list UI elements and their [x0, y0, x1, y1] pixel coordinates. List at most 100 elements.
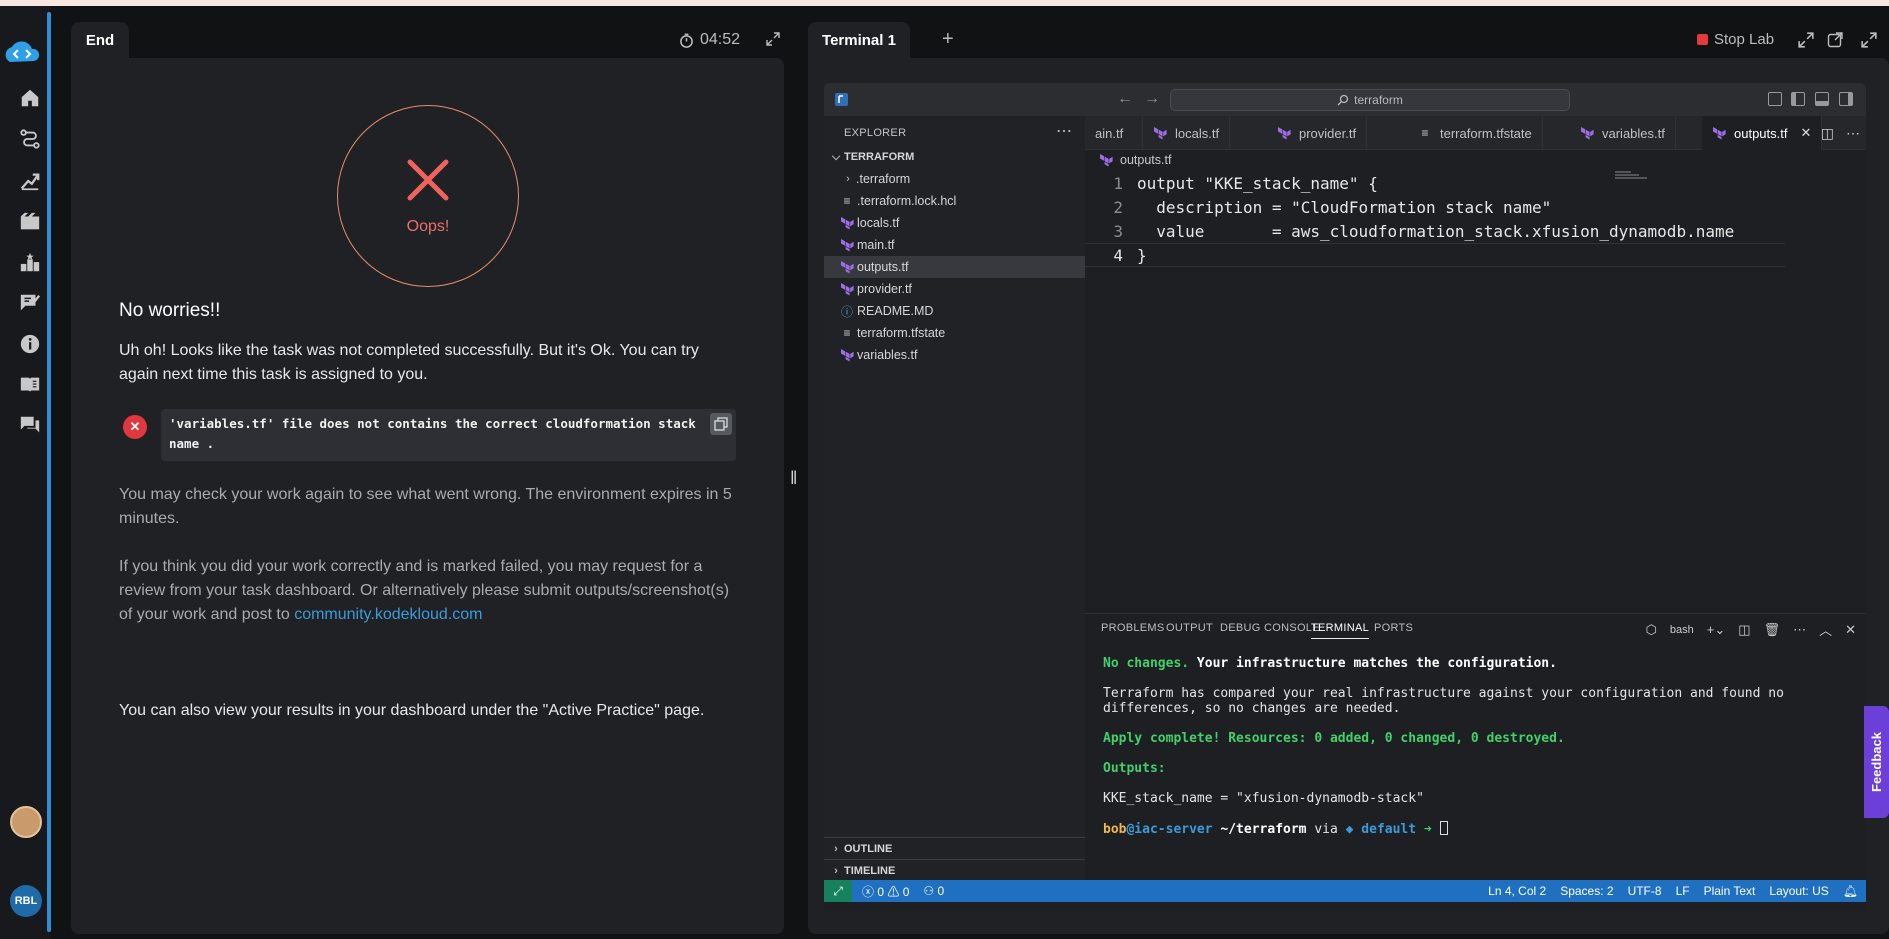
vscode-window: ← → terraform EXPLORER ⋯ ⌵ TERRAFORM › .te…: [824, 83, 1866, 911]
close-tab-icon[interactable]: ✕: [1800, 125, 1811, 141]
status-right: Ln 4, Col 2 Spaces: 2 UTF-8 LF Plain Tex…: [1488, 880, 1858, 902]
timeline-section[interactable]: › TIMELINE: [824, 859, 1085, 881]
command-search[interactable]: terraform: [1170, 89, 1570, 111]
terraform-icon: [1278, 127, 1291, 140]
trash-icon[interactable]: 🗑: [1764, 622, 1781, 638]
stop-lab-button[interactable]: Stop Lab: [1697, 31, 1774, 48]
tree-item-terraform-folder[interactable]: › .terraform: [824, 168, 1085, 190]
feedback-button[interactable]: Feedback: [1864, 706, 1889, 818]
outline-section[interactable]: › OUTLINE: [824, 837, 1085, 859]
copy-button[interactable]: [710, 413, 732, 435]
keyboard-layout[interactable]: Layout: US: [1769, 884, 1828, 898]
editor-tabs: ain.tf locals.tf provider.tf ≡ terraform.…: [1085, 116, 1866, 150]
encoding[interactable]: UTF-8: [1628, 884, 1662, 898]
toggle-secondary-sidebar-icon[interactable]: [1839, 92, 1853, 106]
kodekloud-logo-icon[interactable]: [2, 34, 42, 74]
terminal-line: KKE_stack_name = "xfusion-dynamodb-stack…: [1103, 791, 1424, 806]
close-icon[interactable]: ✕: [1845, 622, 1856, 638]
more-actions-icon[interactable]: ⋯: [1793, 622, 1806, 638]
result-heading: No worries!!: [119, 300, 221, 321]
vscode-menu-icon[interactable]: [834, 92, 849, 107]
tree-item-locals[interactable]: locals.tf: [824, 212, 1085, 234]
split-editor-icon[interactable]: ◫: [1821, 125, 1834, 142]
back-arrow-icon[interactable]: ←: [1117, 90, 1133, 108]
info-icon: ⓘ: [840, 304, 853, 319]
terminal-output[interactable]: No changes. Your infrastructure matches …: [1103, 656, 1843, 837]
more-actions-icon[interactable]: ⋯: [1056, 121, 1072, 141]
tree-item-tfstate[interactable]: ≡ terraform.tfstate: [824, 322, 1085, 344]
tree-item-outputs[interactable]: outputs.tf: [824, 256, 1085, 278]
code-editor[interactable]: 1 output "KKE_stack_name" { 2 description…: [1085, 171, 1866, 596]
tab-terminal[interactable]: TERMINAL: [1311, 622, 1370, 639]
add-tab-button[interactable]: +: [942, 28, 954, 51]
home-icon[interactable]: [17, 85, 43, 111]
minimap[interactable]: [1605, 171, 1675, 596]
tab-terminal-1[interactable]: Terminal 1: [808, 22, 910, 58]
breadcrumb[interactable]: outputs.tf: [1099, 153, 1171, 167]
roadmap-icon[interactable]: [17, 126, 43, 152]
remote-icon[interactable]: ⤢: [824, 880, 852, 902]
tab-tfstate[interactable]: ≡ terraform.tfstate: [1408, 116, 1543, 150]
community-link[interactable]: community.kodekloud.com: [294, 606, 482, 623]
tab-problems[interactable]: PROBLEMS: [1101, 622, 1165, 634]
cursor-position[interactable]: Ln 4, Col 2: [1488, 884, 1546, 898]
expand-icon[interactable]: [766, 32, 780, 46]
tab-provider-tf[interactable]: provider.tf: [1267, 116, 1368, 150]
toggle-panel-icon[interactable]: [1815, 92, 1829, 106]
ports-status[interactable]: ⚇ 0: [923, 884, 944, 898]
avatar[interactable]: [10, 806, 42, 838]
tree-item-provider[interactable]: provider.tf: [824, 278, 1085, 300]
file-lines-icon: ≡: [843, 194, 851, 208]
tree-item-lockfile[interactable]: ≡ .terraform.lock.hcl: [824, 190, 1085, 212]
terminal-prompt: bob@iac-server ~/terraform via ◆ default…: [1103, 821, 1843, 837]
book-icon[interactable]: [17, 372, 43, 398]
code-line: 3 value = aws_cloudformation_stack.xfusi…: [1085, 219, 1785, 243]
notes-icon[interactable]: [17, 290, 43, 316]
folder-root[interactable]: ⌵ TERRAFORM: [824, 146, 1085, 168]
expand-icon[interactable]: [1798, 32, 1814, 48]
failure-badge: Oops!: [337, 105, 519, 287]
video-icon[interactable]: [17, 209, 43, 235]
panel-splitter[interactable]: ‖: [790, 468, 797, 489]
progress-icon[interactable]: [17, 168, 43, 194]
chevron-up-icon[interactable]: ︿: [1819, 620, 1832, 639]
tab-ports[interactable]: PORTS: [1374, 622, 1413, 634]
chevron-down-icon: ⌵: [831, 150, 841, 163]
terminal-gap: [1103, 806, 1843, 821]
terminal-line: Apply complete! Resources: 0 added, 0 ch…: [1103, 731, 1565, 746]
split-terminal-icon[interactable]: ◫: [1738, 622, 1750, 638]
problems-status[interactable]: ⓧ 0 ⚠ 0: [862, 883, 909, 900]
error-x-icon: ✕: [123, 415, 147, 439]
open-external-icon[interactable]: [1827, 32, 1843, 48]
review-text-block: If you think you did your work correctly…: [119, 555, 744, 627]
customize-layout-icon[interactable]: [1768, 92, 1782, 106]
tab-output[interactable]: OUTPUT: [1166, 622, 1213, 634]
expand-icon[interactable]: [1861, 32, 1877, 48]
info-icon[interactable]: [17, 331, 43, 357]
bell-icon[interactable]: 🔔︎: [1843, 884, 1858, 898]
tree-item-variables[interactable]: variables.tf: [824, 344, 1085, 366]
forward-arrow-icon[interactable]: →: [1144, 90, 1160, 108]
toggle-sidebar-icon[interactable]: [1791, 92, 1805, 106]
shell-name[interactable]: bash: [1670, 624, 1694, 636]
status-bar: ⤢ ⓧ 0 ⚠ 0 ⚇ 0 Ln 4, Col 2 Spaces: 2 UTF-…: [824, 880, 1866, 902]
user-initials-badge[interactable]: RBL: [10, 885, 42, 917]
tab-outputs-tf[interactable]: outputs.tf ✕: [1702, 116, 1823, 150]
search-value: terraform: [1354, 93, 1403, 107]
tab-end[interactable]: End: [71, 22, 129, 58]
line-number: 4: [1113, 245, 1123, 265]
indentation[interactable]: Spaces: 2: [1560, 884, 1613, 898]
tab-debug-console[interactable]: DEBUG CONSOLE: [1220, 622, 1320, 634]
tab-locals-tf[interactable]: locals.tf: [1143, 116, 1231, 150]
eol[interactable]: LF: [1676, 884, 1690, 898]
new-terminal-icon[interactable]: +⌄: [1707, 622, 1725, 638]
tab-variables-tf[interactable]: variables.tf: [1570, 116, 1676, 150]
tree-item-readme[interactable]: ⓘ README.MD: [824, 300, 1085, 322]
leaderboard-icon[interactable]: [17, 250, 43, 276]
language-mode[interactable]: Plain Text: [1704, 884, 1756, 898]
chat-icon[interactable]: [17, 412, 43, 438]
more-actions-icon[interactable]: ⋯: [1846, 125, 1860, 142]
tree-item-main[interactable]: main.tf: [824, 234, 1085, 256]
tab-main-tf[interactable]: ain.tf: [1085, 116, 1143, 150]
terraform-icon: [841, 283, 854, 296]
